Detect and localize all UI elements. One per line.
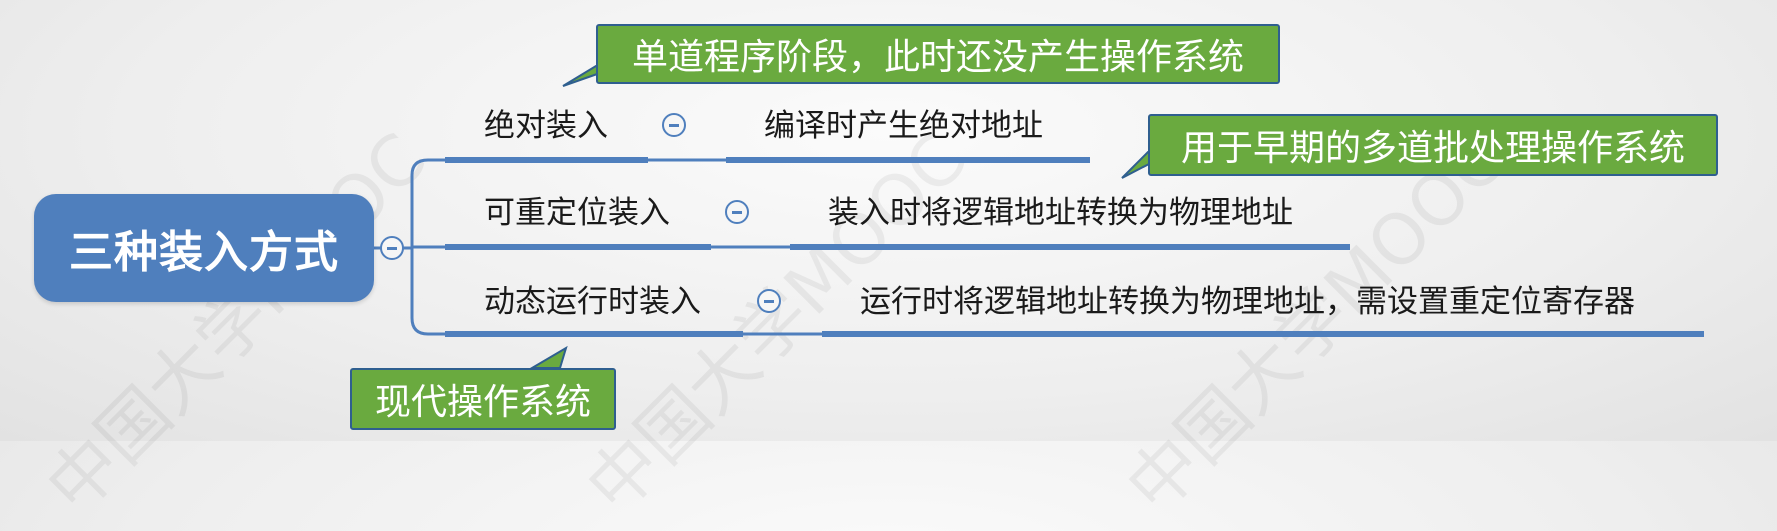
detail-text-absolute[interactable]: 编译时产生绝对地址	[764, 111, 1043, 142]
branch-underline-dynamic	[445, 331, 743, 337]
root-node[interactable]: 三种装入方式	[34, 194, 374, 302]
branch-label-dynamic[interactable]: 动态运行时装入	[484, 287, 701, 318]
detail-text-dynamic[interactable]: 运行时将逻辑地址转换为物理地址，需设置重定位寄存器	[860, 287, 1635, 318]
branch-label-absolute[interactable]: 绝对装入	[484, 111, 608, 142]
root-collapse-button[interactable]	[380, 236, 404, 260]
branch3-collapse-button[interactable]	[757, 289, 781, 313]
detail-underline-absolute	[726, 157, 1090, 163]
branch2-collapse-button[interactable]	[725, 200, 749, 224]
branch-underline-absolute	[445, 157, 648, 163]
branch1-collapse-button[interactable]	[662, 113, 686, 137]
callout-modern-os: 现代操作系统	[350, 368, 616, 430]
branch-label-relocatable[interactable]: 可重定位装入	[484, 198, 670, 229]
detail-underline-dynamic	[822, 331, 1704, 337]
callout-single-program: 单道程序阶段，此时还没产生操作系统	[596, 24, 1280, 84]
detail-underline-relocatable	[790, 244, 1350, 250]
callout-bottom-pointer	[528, 345, 568, 369]
branch-underline-relocatable	[445, 244, 711, 250]
detail-text-relocatable[interactable]: 装入时将逻辑地址转换为物理地址	[828, 198, 1293, 229]
callout-batch-system: 用于早期的多道批处理操作系统	[1148, 114, 1718, 176]
